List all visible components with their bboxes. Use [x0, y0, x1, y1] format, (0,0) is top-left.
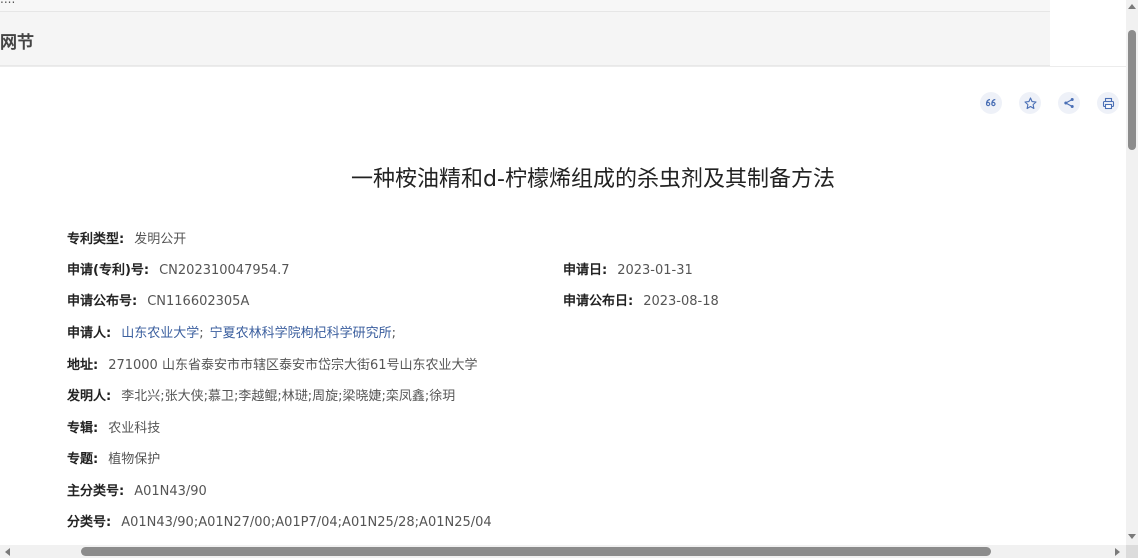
field-value: 2023-01-31 — [617, 263, 693, 278]
field-label: 分类号: — [67, 515, 112, 530]
field-address: 地址: 271000 山东省泰安市市辖区泰安市岱宗大街61号山东农业大学 — [67, 357, 478, 375]
quote-icon — [985, 98, 996, 107]
field-topic: 专题: 植物保护 — [67, 451, 160, 469]
browser-page: .... 网节 — [0, 0, 1138, 558]
scrollbar-corner — [1126, 545, 1138, 558]
top-strip: .... — [0, 0, 1050, 12]
field-label: 申请(专利)号: — [67, 263, 150, 278]
applicant-link[interactable]: 宁夏农林科学院枸杞科学研究所 — [210, 326, 392, 341]
scroll-down-icon[interactable] — [1128, 534, 1136, 539]
share-icon — [1064, 98, 1074, 108]
field-series: 专辑: 农业科技 — [67, 420, 160, 438]
field-value: 发明公开 — [134, 232, 187, 247]
field-label: 专辑: — [67, 421, 99, 436]
vertical-scrollbar[interactable] — [1126, 0, 1138, 545]
horizontal-scrollbar[interactable] — [0, 545, 1126, 558]
action-toolbar — [980, 92, 1119, 114]
field-value: CN116602305A — [147, 294, 250, 309]
field-main-class: 主分类号: A01N43/90 — [67, 483, 207, 501]
field-value: 植物保护 — [108, 452, 161, 467]
field-application-date: 申请日: 2023-01-31 — [563, 262, 693, 280]
scroll-up-icon[interactable] — [1128, 4, 1136, 9]
cite-button[interactable] — [980, 92, 1002, 114]
patent-title: 一种桉油精和d-柠檬烯组成的杀虫剂及其制备方法 — [351, 167, 835, 192]
site-header: 网节 — [0, 12, 1050, 66]
favorite-button[interactable] — [1019, 92, 1041, 114]
field-label: 申请人: — [67, 326, 112, 341]
field-patent-type: 专利类型: 发明公开 — [67, 231, 186, 249]
field-label: 专题: — [67, 452, 99, 467]
field-value: 农业科技 — [108, 421, 161, 436]
scroll-left-icon[interactable] — [5, 548, 10, 556]
field-value[interactable]: 李北兴;张大侠;慕卫;李越鲲;林琎;周旋;梁晓婕;栾凤鑫;徐玥 — [121, 389, 455, 404]
field-label: 申请公布号: — [67, 294, 138, 309]
field-applicant: 申请人: 山东农业大学; 宁夏农林科学院枸杞科学研究所; — [67, 325, 402, 343]
separator: ; — [199, 326, 204, 341]
share-button[interactable] — [1058, 92, 1080, 114]
star-icon — [1023, 96, 1037, 109]
field-value: 2023-08-18 — [643, 294, 719, 309]
header-right-blank — [1050, 0, 1128, 66]
field-value: A01N43/90 — [134, 484, 207, 499]
applicant-link[interactable]: 山东农业大学 — [121, 326, 199, 341]
field-publication-date: 申请公布日: 2023-08-18 — [563, 293, 719, 311]
patent-detail-panel: 一种桉油精和d-柠檬烯组成的杀虫剂及其制备方法 专利类型: 发明公开 申请(专利)… — [0, 66, 1126, 546]
field-label: 地址: — [67, 358, 99, 373]
field-publication-no: 申请公布号: CN116602305A — [67, 293, 249, 311]
print-icon — [1102, 97, 1114, 109]
print-button[interactable] — [1097, 92, 1119, 114]
field-label: 发明人: — [67, 389, 112, 404]
field-label: 专利类型: — [67, 232, 125, 247]
field-label: 申请日: — [563, 263, 608, 278]
horizontal-scroll-thumb[interactable] — [81, 547, 991, 556]
vertical-scroll-thumb[interactable] — [1128, 30, 1136, 150]
field-inventors: 发明人: 李北兴;张大侠;慕卫;李越鲲;林琎;周旋;梁晓婕;栾凤鑫;徐玥 — [67, 388, 455, 406]
field-label: 主分类号: — [67, 484, 125, 499]
field-application-no: 申请(专利)号: CN202310047954.7 — [67, 262, 290, 280]
top-strip-text: .... — [0, 0, 15, 6]
field-value: CN202310047954.7 — [159, 263, 290, 278]
field-label: 申请公布日: — [563, 294, 634, 309]
field-value: 271000 山东省泰安市市辖区泰安市岱宗大街61号山东农业大学 — [108, 358, 478, 373]
field-classes: 分类号: A01N43/90;A01N27/00;A01P7/04;A01N25/… — [67, 514, 492, 532]
scroll-right-icon[interactable] — [1115, 548, 1120, 556]
site-title[interactable]: 网节 — [0, 28, 34, 53]
field-value: A01N43/90;A01N27/00;A01P7/04;A01N25/28;A… — [121, 515, 492, 530]
separator: ; — [391, 326, 397, 341]
